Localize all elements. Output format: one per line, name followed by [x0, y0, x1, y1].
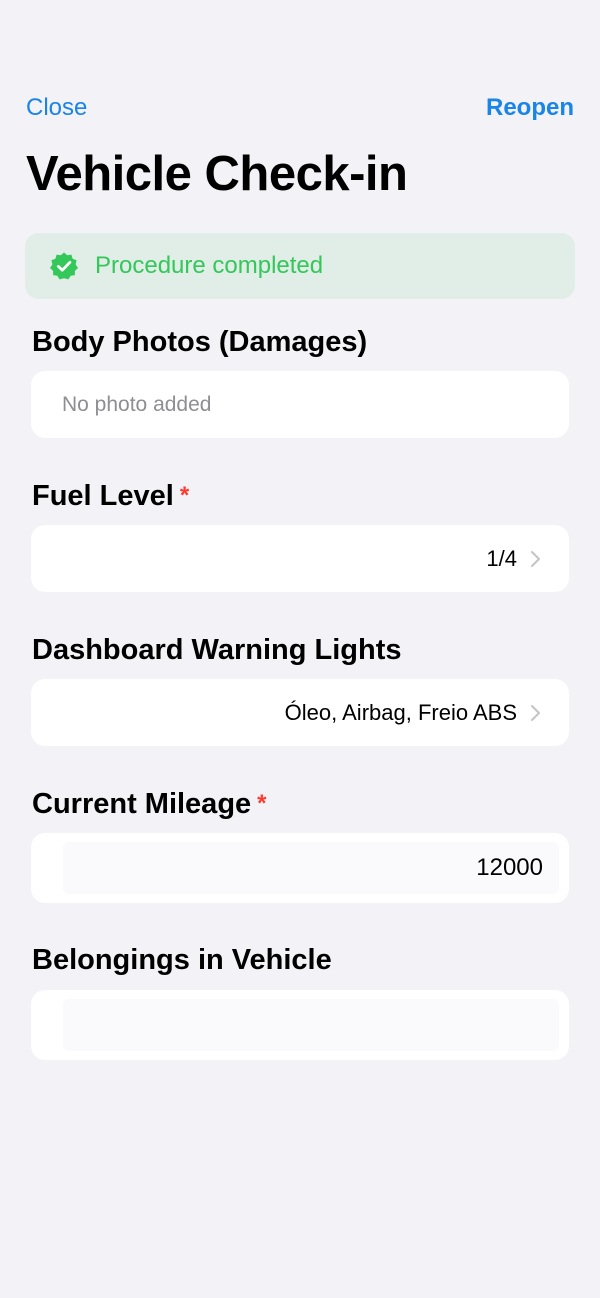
chevron-right-icon [531, 704, 540, 721]
mileage-label-text: Current Mileage [32, 788, 252, 820]
status-banner: Procedure completed [25, 233, 575, 299]
body-photos-label: Body Photos (Damages) [32, 326, 367, 359]
page-title: Vehicle Check-in [26, 147, 408, 201]
mileage-field [31, 833, 569, 903]
mileage-label: Current Mileage * [32, 788, 267, 821]
belongings-field [31, 990, 569, 1060]
fuel-level-selector[interactable]: 1/4 [31, 525, 569, 592]
chevron-right-icon [531, 550, 540, 567]
body-photos-label-text: Body Photos (Damages) [32, 326, 368, 358]
navigation-bar: Close Reopen [26, 88, 574, 128]
required-indicator: * [179, 482, 190, 509]
fuel-level-label: Fuel Level * [32, 480, 189, 513]
belongings-input[interactable] [63, 999, 559, 1051]
required-indicator: * [257, 790, 267, 817]
status-text: Procedure completed [95, 252, 324, 279]
body-photos-field[interactable]: No photo added [31, 371, 569, 438]
warning-lights-value: Óleo, Airbag, Freio ABS [284, 699, 517, 725]
fuel-level-value: 1/4 [486, 545, 517, 571]
warning-lights-selector[interactable]: Óleo, Airbag, Freio ABS [31, 679, 569, 746]
check-badge-icon [50, 252, 78, 280]
warning-lights-label-text: Dashboard Warning Lights [32, 634, 402, 666]
close-button[interactable]: Close [26, 94, 87, 122]
belongings-label: Belongings in Vehicle [32, 944, 332, 977]
body-photos-placeholder: No photo added [62, 392, 212, 416]
warning-lights-label: Dashboard Warning Lights [32, 634, 401, 667]
reopen-button[interactable]: Reopen [486, 94, 574, 122]
fuel-level-label-text: Fuel Level [32, 480, 174, 512]
belongings-label-text: Belongings in Vehicle [32, 944, 332, 976]
mileage-input[interactable] [63, 842, 559, 894]
